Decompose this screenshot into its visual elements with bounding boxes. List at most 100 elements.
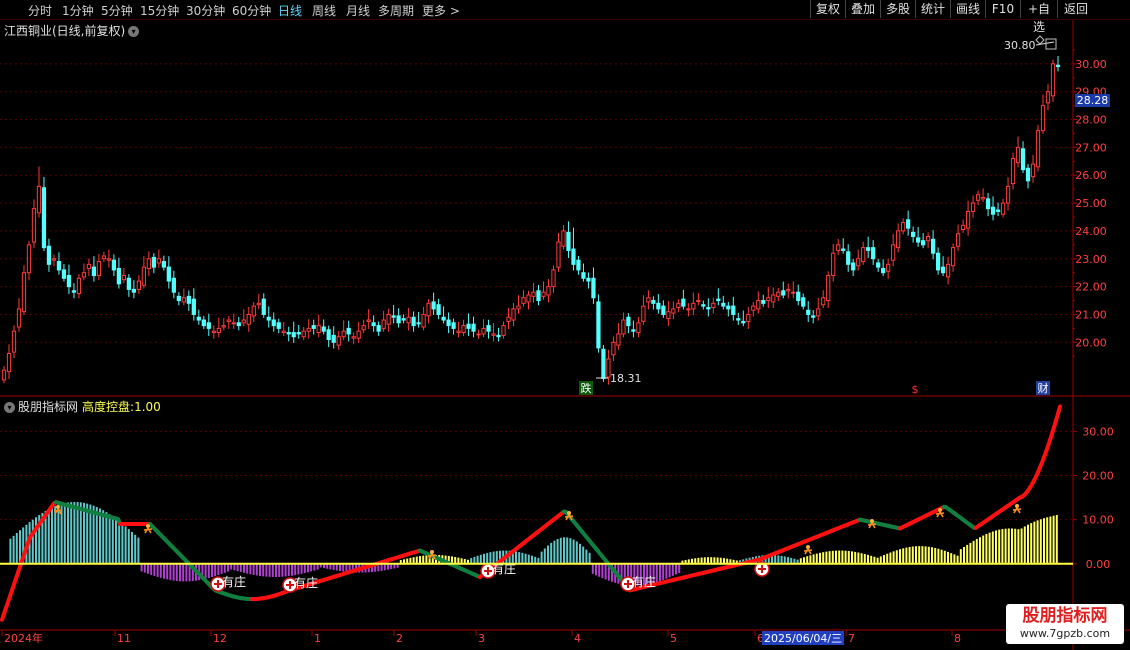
candle-body	[686, 308, 691, 311]
histogram-bar	[246, 563, 249, 574]
histogram-bar	[953, 554, 956, 564]
histogram-bar	[844, 550, 847, 564]
histogram-bar	[550, 542, 553, 564]
histogram-bar	[665, 563, 668, 579]
histogram-bar	[102, 510, 105, 564]
histogram-bar	[115, 518, 117, 564]
runner-icon-body	[143, 527, 153, 534]
histogram-bar	[1020, 528, 1023, 564]
candle-body	[945, 263, 951, 278]
candle-body	[106, 258, 112, 261]
histogram-bar	[668, 563, 671, 578]
price-tick-label: 28.00	[1075, 114, 1107, 127]
crosshair-date-label: 2025/06/04/三	[764, 632, 842, 645]
histogram-bar	[255, 563, 258, 576]
candle-body	[496, 334, 501, 338]
indicator-tick-label: 0.00	[1086, 558, 1111, 571]
candle-body	[356, 330, 361, 339]
histogram-bar	[911, 546, 914, 564]
runner-icon-head	[870, 519, 874, 523]
histogram-bar	[828, 551, 831, 564]
histogram-bar	[815, 553, 818, 564]
candle-body	[781, 290, 786, 296]
histogram-bar	[1011, 528, 1013, 564]
histogram-bar	[380, 563, 383, 571]
candle-body	[746, 313, 751, 322]
candle-body	[616, 333, 621, 346]
histogram-bar	[543, 548, 546, 564]
histogram-bar	[214, 563, 217, 577]
stock-chart[interactable]: 30.0029.0028.0027.0026.0025.0024.0023.00…	[0, 0, 1130, 650]
histogram-bar	[899, 549, 901, 564]
candle-body	[346, 327, 351, 335]
candle-body	[846, 251, 851, 265]
candle-body	[726, 305, 731, 310]
candle-body	[1050, 63, 1056, 97]
candle-body	[271, 319, 276, 327]
candle-body	[901, 222, 906, 232]
histogram-bar	[566, 537, 569, 564]
time-tick-label: 1	[314, 632, 321, 645]
candle-body	[111, 259, 117, 271]
candle-body	[481, 327, 486, 335]
candle-body	[611, 341, 616, 356]
histogram-bar	[889, 552, 892, 564]
histogram-bar	[127, 529, 130, 564]
candle-body	[1025, 167, 1031, 182]
histogram-bar	[569, 538, 572, 564]
candle-body	[281, 330, 286, 334]
histogram-bar	[774, 555, 777, 564]
runner-icon-head	[430, 550, 434, 554]
histogram-bar	[223, 563, 226, 573]
histogram-bar	[278, 563, 281, 577]
histogram-bar	[265, 563, 268, 577]
histogram-bar	[860, 553, 863, 564]
histogram-bar	[1001, 529, 1004, 564]
zhuang-marker: 有庄	[282, 575, 318, 593]
histogram-bar	[1046, 517, 1049, 564]
histogram-bar	[521, 552, 524, 564]
histogram-bar	[950, 553, 953, 564]
histogram-bar	[335, 563, 338, 571]
candle-body	[251, 305, 256, 317]
candle-body	[761, 300, 766, 304]
candle-body	[341, 330, 346, 338]
candle-body	[906, 219, 911, 229]
candle-body	[321, 326, 326, 332]
histogram-bar	[924, 546, 927, 564]
histogram-bar	[966, 544, 969, 564]
zhuang-label: 有庄	[222, 574, 246, 589]
candle-body	[786, 288, 791, 292]
candle-body	[1010, 158, 1016, 185]
candle-body	[1035, 130, 1041, 168]
candle-body	[676, 302, 681, 309]
histogram-bar	[124, 526, 127, 564]
price-tick-label: 20.00	[1075, 336, 1107, 349]
histogram-bar	[175, 563, 178, 582]
histogram-bar	[662, 563, 665, 580]
histogram-bar	[182, 563, 185, 582]
candle-body	[336, 336, 341, 346]
histogram-bar	[239, 563, 242, 572]
candle-body	[831, 252, 836, 276]
histogram-bar	[227, 563, 229, 572]
histogram-bar	[303, 563, 306, 574]
candle-body	[141, 266, 146, 286]
candle-body	[186, 295, 191, 304]
candle-body	[246, 313, 251, 325]
candle-body	[736, 318, 741, 321]
candle-body	[6, 352, 12, 373]
candle-body	[26, 244, 32, 274]
histogram-bar	[604, 563, 607, 580]
runner-icon-head	[938, 508, 942, 512]
candle-body	[876, 262, 881, 268]
candle-body	[216, 327, 221, 334]
histogram-bar	[243, 563, 245, 573]
histogram-bar	[598, 563, 601, 577]
histogram-bar	[963, 546, 965, 564]
zhuang-label: 有庄	[632, 574, 656, 589]
candle-body	[146, 258, 151, 270]
candle-body	[621, 319, 626, 335]
histogram-bar	[988, 532, 991, 564]
candle-body	[701, 304, 706, 307]
